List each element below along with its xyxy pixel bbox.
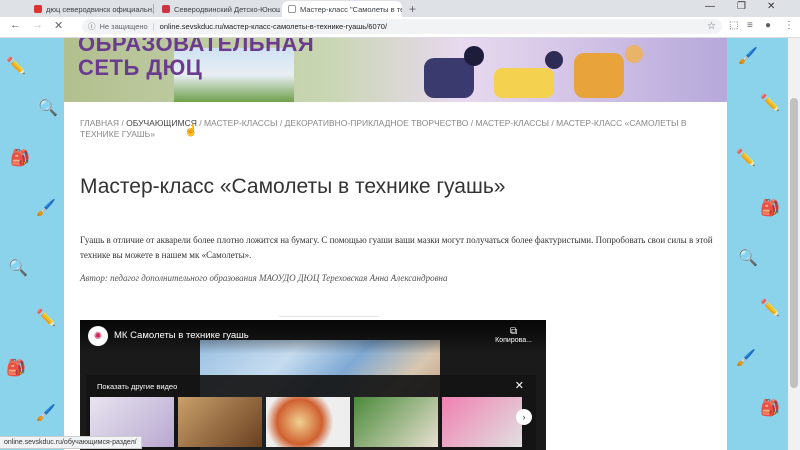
video-thumbnail[interactable] xyxy=(442,397,522,447)
menu-icon[interactable]: ⋮ xyxy=(784,20,794,31)
breadcrumb-home[interactable]: ГЛАВНАЯ xyxy=(80,118,119,128)
main-content: ОБРАЗОВАТЕЛЬНАЯ СЕТЬ ДЮЦ ГЛАВНАЯ / ОБУЧА… xyxy=(64,38,727,450)
maximize-icon[interactable]: ❐ xyxy=(737,1,746,12)
breadcrumb-separator: / xyxy=(277,118,285,128)
profile-icon[interactable]: ● xyxy=(765,20,771,31)
backpack-doodle-icon: 🎒 xyxy=(6,360,26,377)
pencil-doodle-icon: ✏️ xyxy=(6,58,26,75)
copy-link-button[interactable]: ⧉ Копирова... xyxy=(495,326,532,344)
copy-link-label: Копирова... xyxy=(495,337,532,344)
divider xyxy=(279,316,379,317)
stop-loading-icon[interactable]: ✕ xyxy=(54,19,63,32)
browser-tab-strip: дюц северодвинск официальн... ✕ Северодв… xyxy=(0,0,800,17)
pencil-doodle-icon: ✏️ xyxy=(36,310,56,327)
logo-line-2: СЕТЬ ДЮЦ xyxy=(78,55,203,80)
article-description: Гуашь в отличие от акварели более плотно… xyxy=(80,235,713,260)
info-icon[interactable]: ⓘ xyxy=(88,21,96,32)
pencil-doodle-icon: ✏️ xyxy=(760,300,780,317)
tab-1[interactable]: дюц северодвинск официальн... ✕ xyxy=(28,1,154,17)
paintbrush-doodle-icon: 🖌️ xyxy=(738,48,758,65)
more-videos-title: Показать другие видео xyxy=(97,382,178,391)
window-close-icon[interactable]: ✕ xyxy=(767,1,775,12)
tab-2-label: Северодвинский Детско-Юнош... xyxy=(174,4,280,14)
youtube-video-embed[interactable]: ✺ МК Самолеты в технике гуашь ⧉ Копирова… xyxy=(80,320,546,450)
breadcrumb: ГЛАВНАЯ / ОБУЧАЮЩИМСЯ / МАСТЕР-КЛАССЫ / … xyxy=(80,118,714,140)
video-thumbnail[interactable] xyxy=(178,397,262,447)
tab-3-label: Мастер-класс "Самолеты в тех... xyxy=(300,4,402,14)
yandex-favicon-icon xyxy=(34,5,42,13)
pencil-doodle-icon: ✏️ xyxy=(736,150,756,167)
new-tab-icon[interactable]: + xyxy=(409,2,416,16)
mouse-cursor-icon: ☝ xyxy=(184,125,198,137)
page-scrollbar[interactable] xyxy=(788,38,800,450)
breadcrumb-master-classes[interactable]: МАСТЕР-КЛАССЫ xyxy=(204,118,278,128)
copy-icon: ⧉ xyxy=(510,326,518,337)
paintbrush-doodle-icon: 🖌️ xyxy=(36,200,56,217)
video-title[interactable]: МК Самолеты в технике гуашь xyxy=(114,330,249,341)
backpack-doodle-icon: 🎒 xyxy=(10,150,30,167)
tab-3-active[interactable]: Мастер-класс "Самолеты в тех... ✕ xyxy=(282,1,402,17)
paintbrush-doodle-icon: 🖌️ xyxy=(36,405,56,422)
magnifier-doodle-icon: 🔍 xyxy=(38,100,58,117)
tab-separator xyxy=(153,4,154,14)
students-illustration xyxy=(424,45,643,98)
address-divider: | xyxy=(152,22,155,31)
site-header-banner[interactable]: ОБРАЗОВАТЕЛЬНАЯ СЕТЬ ДЮЦ xyxy=(64,38,727,102)
article-author: Автор: педагог дополнительного образован… xyxy=(80,273,448,283)
channel-avatar-icon[interactable]: ✺ xyxy=(88,326,108,346)
next-videos-arrow-icon[interactable]: › xyxy=(516,409,532,425)
security-label: Не защищено xyxy=(99,22,148,31)
extensions-icon[interactable]: ⬚ xyxy=(729,20,738,31)
page-viewport: ✏️ 🔍 🎒 🖌️ 🔍 ✏️ 🎒 🖌️ 🖌️ ✏️ ✏️ 🎒 🔍 ✏️ 🖌️ 🎒… xyxy=(0,38,800,450)
magnifier-doodle-icon: 🔍 xyxy=(738,250,758,267)
scrollbar-thumb[interactable] xyxy=(790,98,798,388)
backpack-doodle-icon: 🎒 xyxy=(760,400,780,417)
page-title: Мастер-класс «Самолеты в технике гуашь» xyxy=(80,175,506,198)
address-bar[interactable]: ⓘ Не защищено | online.sevskduc.ru/масте… xyxy=(82,19,722,34)
minimize-icon[interactable]: — xyxy=(705,1,715,12)
link-status-bar: online.sevskduc.ru/обучающимся-раздел/ xyxy=(0,436,142,449)
forward-icon[interactable]: → xyxy=(32,19,43,31)
more-videos-panel: Показать другие видео ✕ › xyxy=(86,375,536,450)
url-text[interactable]: online.sevskduc.ru/мастер-класс-самолеты… xyxy=(160,22,387,31)
breadcrumb-decorative-art[interactable]: ДЕКОРАТИВНО-ПРИКЛАДНОЕ ТВОРЧЕСТВО xyxy=(285,118,469,128)
backpack-doodle-icon: 🎒 xyxy=(760,200,780,217)
reading-list-icon[interactable]: ≡ xyxy=(747,20,753,31)
browser-toolbar: ← → ✕ ⓘ Не защищено | online.sevskduc.ru… xyxy=(0,17,800,38)
bookmark-star-icon[interactable]: ☆ xyxy=(707,21,716,32)
video-thumbnail[interactable] xyxy=(266,397,350,447)
tab-2[interactable]: Северодвинский Детско-Юнош... ✕ xyxy=(156,1,280,17)
pencil-doodle-icon: ✏️ xyxy=(760,95,780,112)
page-favicon-icon xyxy=(288,5,296,13)
logo-line-1: ОБРАЗОВАТЕЛЬНАЯ xyxy=(78,38,315,56)
magnifier-doodle-icon: 🔍 xyxy=(8,260,28,277)
paintbrush-doodle-icon: 🖌️ xyxy=(736,350,756,367)
video-thumbnail[interactable] xyxy=(354,397,438,447)
back-icon[interactable]: ← xyxy=(10,19,21,31)
site-logo[interactable]: ОБРАЗОВАТЕЛЬНАЯ СЕТЬ ДЮЦ xyxy=(78,38,314,80)
more-videos-close-icon[interactable]: ✕ xyxy=(515,379,524,392)
tab-1-label: дюц северодвинск официальн... xyxy=(46,4,154,14)
site-favicon-icon xyxy=(162,5,170,13)
breadcrumb-master-classes-2[interactable]: МАСТЕР-КЛАССЫ xyxy=(475,118,549,128)
